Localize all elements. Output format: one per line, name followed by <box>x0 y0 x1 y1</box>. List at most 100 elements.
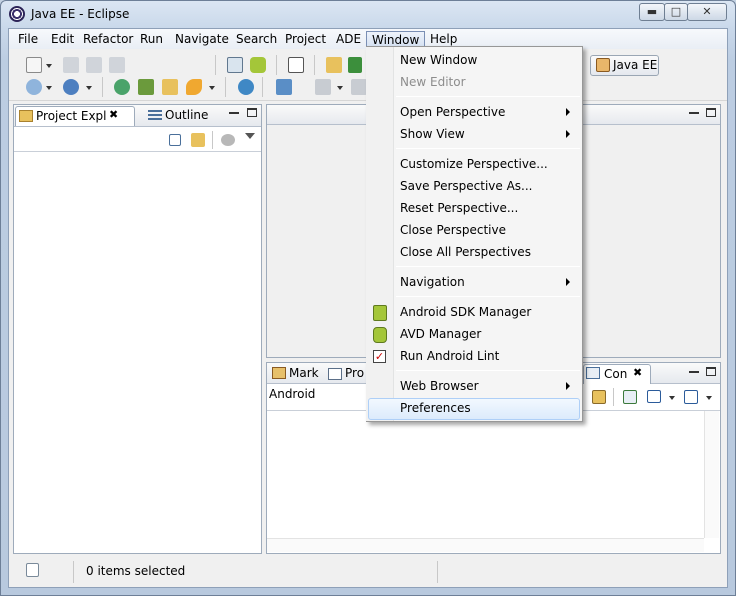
collapse-all-icon[interactable] <box>169 134 181 146</box>
link-with-editor-icon[interactable] <box>191 133 205 147</box>
menu-avd-manager[interactable]: AVD Manager <box>400 323 570 345</box>
menu-file[interactable]: File <box>13 31 43 48</box>
web-service-icon[interactable] <box>63 79 79 95</box>
menu-separator <box>396 96 580 97</box>
scroll-lock-icon[interactable] <box>592 390 606 404</box>
android-sdk-manager-icon <box>373 305 387 321</box>
console-icon <box>586 367 600 379</box>
pin-console-icon[interactable] <box>623 390 637 404</box>
menu-run-android-lint[interactable]: Run Android Lint <box>400 345 570 367</box>
console-vertical-scrollbar[interactable] <box>704 411 719 538</box>
menu-run[interactable]: Run <box>135 31 168 48</box>
minimize-editor-icon[interactable] <box>689 112 699 114</box>
close-button[interactable]: ✕ <box>687 3 727 21</box>
menu-reset-perspective[interactable]: Reset Perspective... <box>400 197 570 219</box>
toolbar-separator <box>613 388 614 406</box>
menu-new-window[interactable]: New Window <box>400 49 570 71</box>
minimize-button[interactable]: ▬ <box>639 3 665 21</box>
menu-close-perspective[interactable]: Close Perspective <box>400 219 570 241</box>
maximize-console-icon[interactable] <box>706 367 716 376</box>
minimize-view-icon[interactable] <box>229 112 239 114</box>
menu-separator <box>396 296 580 297</box>
menu-edit[interactable]: Edit <box>46 31 79 48</box>
fast-view-icon[interactable] <box>26 563 39 577</box>
menu-icon-gutter <box>366 47 394 421</box>
menu-show-view[interactable]: Show View <box>400 123 570 145</box>
search-icon[interactable] <box>276 79 292 95</box>
toolbar-separator <box>102 77 103 97</box>
toolbar-separator <box>314 55 315 75</box>
menu-separator <box>396 148 580 149</box>
title-bar[interactable]: Java EE - Eclipse ▬ □ ✕ <box>0 0 736 30</box>
status-text: 0 items selected <box>86 564 186 578</box>
web-service-dropdown-icon[interactable] <box>86 86 92 90</box>
project-explorer-icon <box>19 110 33 122</box>
view-menu-icon[interactable] <box>245 133 255 139</box>
status-separator <box>437 561 438 583</box>
print-icon[interactable] <box>109 57 125 73</box>
java-ee-perspective-icon <box>596 58 610 72</box>
new-server-icon[interactable] <box>26 79 42 95</box>
avd-manager-icon[interactable] <box>250 57 266 73</box>
menu-close-all-perspectives[interactable]: Close All Perspectives <box>400 241 570 263</box>
run-tool-icon[interactable] <box>186 79 202 95</box>
refresh-icon[interactable] <box>114 79 130 95</box>
new-icon[interactable] <box>26 57 42 73</box>
new-java-class-icon[interactable] <box>348 57 362 73</box>
menu-separator <box>396 370 580 371</box>
menu-customize-perspective[interactable]: Customize Perspective... <box>400 153 570 175</box>
toolbar-separator <box>262 77 263 97</box>
menu-separator <box>396 266 580 267</box>
menu-open-perspective[interactable]: Open Perspective <box>400 101 570 123</box>
menu-refactor[interactable]: Refactor <box>78 31 138 48</box>
submenu-arrow-icon <box>566 108 570 116</box>
close-tab-icon[interactable]: ✖ <box>109 108 118 121</box>
save-icon[interactable] <box>63 57 79 73</box>
open-console-dropdown-icon[interactable] <box>706 396 712 400</box>
submenu-arrow-icon <box>566 130 570 138</box>
display-console-icon[interactable] <box>647 390 661 403</box>
open-folder-icon[interactable] <box>162 79 178 95</box>
maximize-view-icon[interactable] <box>247 108 257 117</box>
menu-navigation[interactable]: Navigation <box>400 271 570 293</box>
server-dropdown-icon[interactable] <box>46 86 52 90</box>
toolbar-separator <box>276 55 277 75</box>
status-separator <box>73 561 74 583</box>
prev-annotation-icon[interactable] <box>351 79 367 95</box>
next-annotation-icon[interactable] <box>315 79 331 95</box>
menu-android-sdk-manager[interactable]: Android SDK Manager <box>400 301 570 323</box>
menu-ade[interactable]: ADE <box>331 31 366 48</box>
avd-manager-icon <box>373 327 387 343</box>
minimize-icon: ▬ <box>646 5 658 18</box>
lint-check-icon: ✓ <box>373 350 386 363</box>
menu-new-editor: New Editor <box>400 75 466 89</box>
sdk-download-icon[interactable] <box>227 57 243 73</box>
display-console-dropdown-icon[interactable] <box>669 396 675 400</box>
minimize-console-icon[interactable] <box>689 371 699 373</box>
new-project-icon[interactable] <box>326 57 342 73</box>
lint-check-icon[interactable] <box>288 57 304 73</box>
maximize-editor-icon[interactable] <box>706 108 716 117</box>
filter-icon[interactable] <box>221 134 235 146</box>
new-dropdown-icon[interactable] <box>46 64 52 68</box>
open-console-icon[interactable] <box>684 390 698 404</box>
menu-web-browser[interactable]: Web Browser <box>400 375 570 397</box>
tab-project-explorer-label: Project Expl <box>36 109 107 123</box>
menu-navigate[interactable]: Navigate <box>170 31 234 48</box>
toolbar-separator <box>212 131 213 149</box>
menu-project[interactable]: Project <box>280 31 331 48</box>
menu-preferences[interactable]: Preferences <box>400 397 570 419</box>
eclipse-icon <box>9 6 25 22</box>
globe-icon[interactable] <box>238 79 254 95</box>
menu-save-perspective-as[interactable]: Save Perspective As... <box>400 175 570 197</box>
run-tool-dropdown-icon[interactable] <box>209 86 215 90</box>
window-title: Java EE - Eclipse <box>31 7 130 21</box>
open-type-icon[interactable] <box>138 79 154 95</box>
maximize-button[interactable]: □ <box>664 3 688 21</box>
save-all-icon[interactable] <box>86 57 102 73</box>
close-console-tab-icon[interactable]: ✖ <box>633 366 642 379</box>
console-output[interactable] <box>267 410 720 538</box>
console-horizontal-scrollbar[interactable] <box>267 538 704 552</box>
menu-search[interactable]: Search <box>231 31 282 48</box>
next-annotation-dropdown-icon[interactable] <box>337 86 343 90</box>
